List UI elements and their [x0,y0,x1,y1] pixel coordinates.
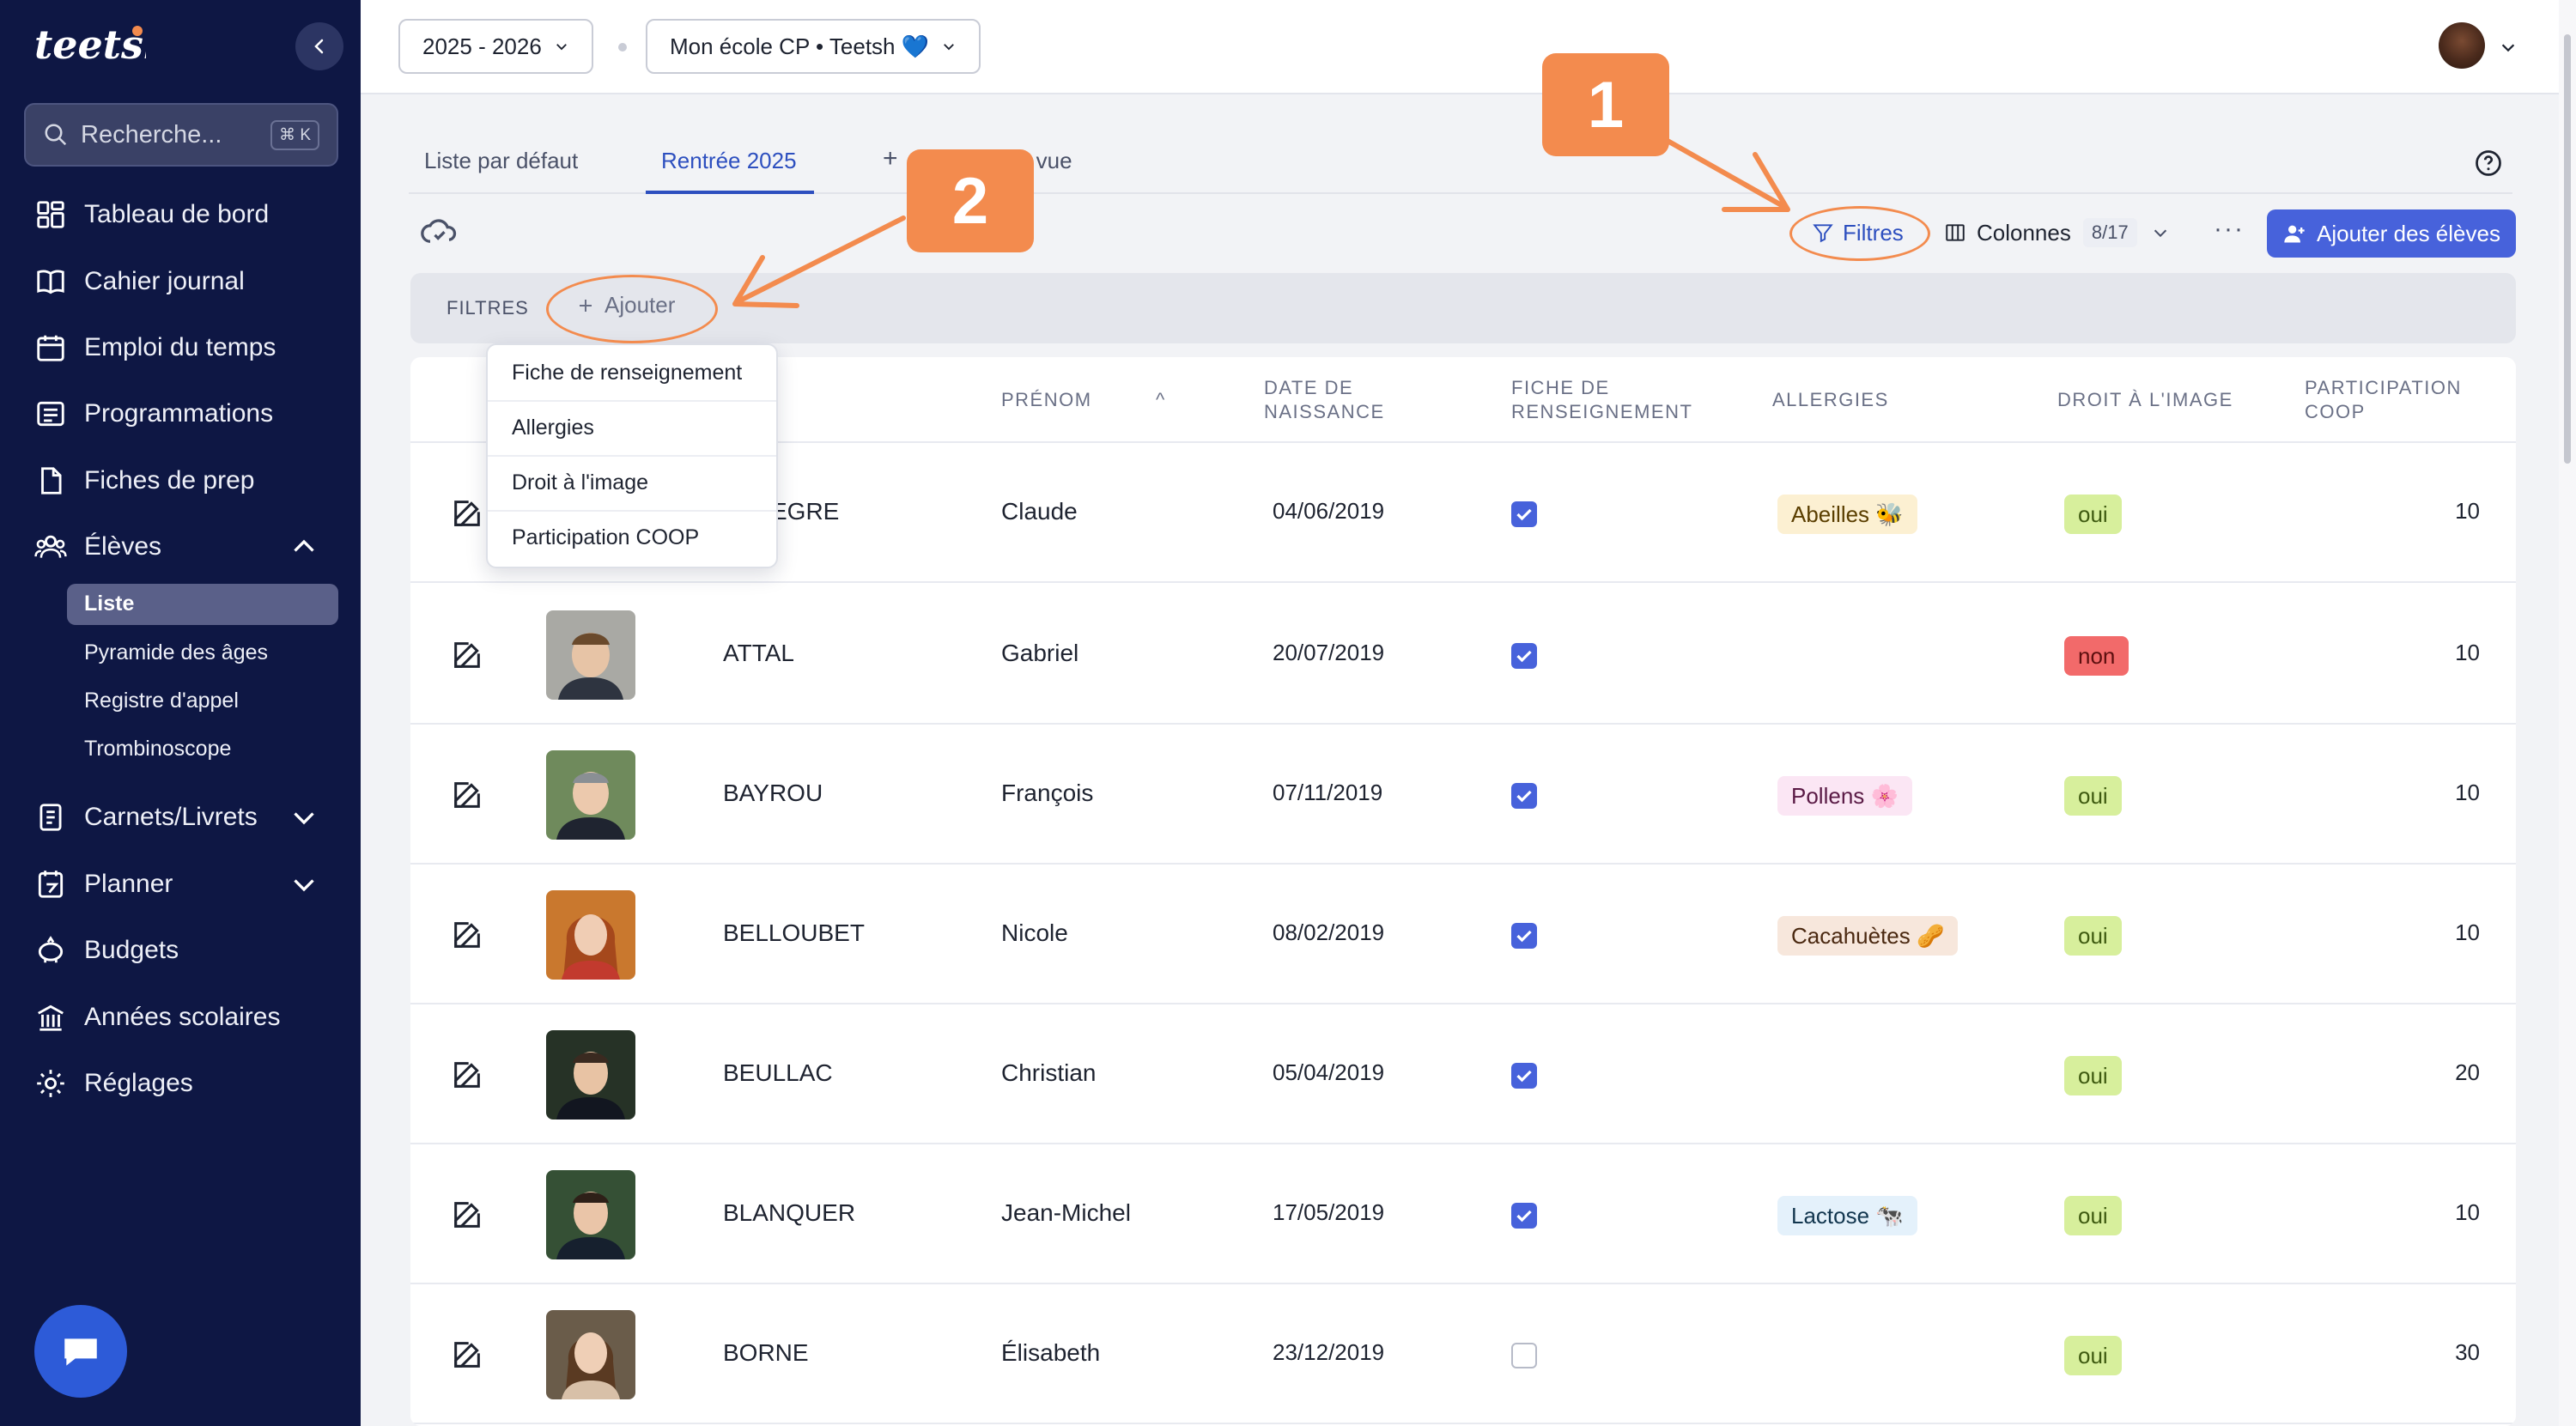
annotation-arrows [732,116,1790,308]
annotation-step-2: 2 [907,149,1034,252]
annotation-step-1: 1 [1542,53,1669,156]
